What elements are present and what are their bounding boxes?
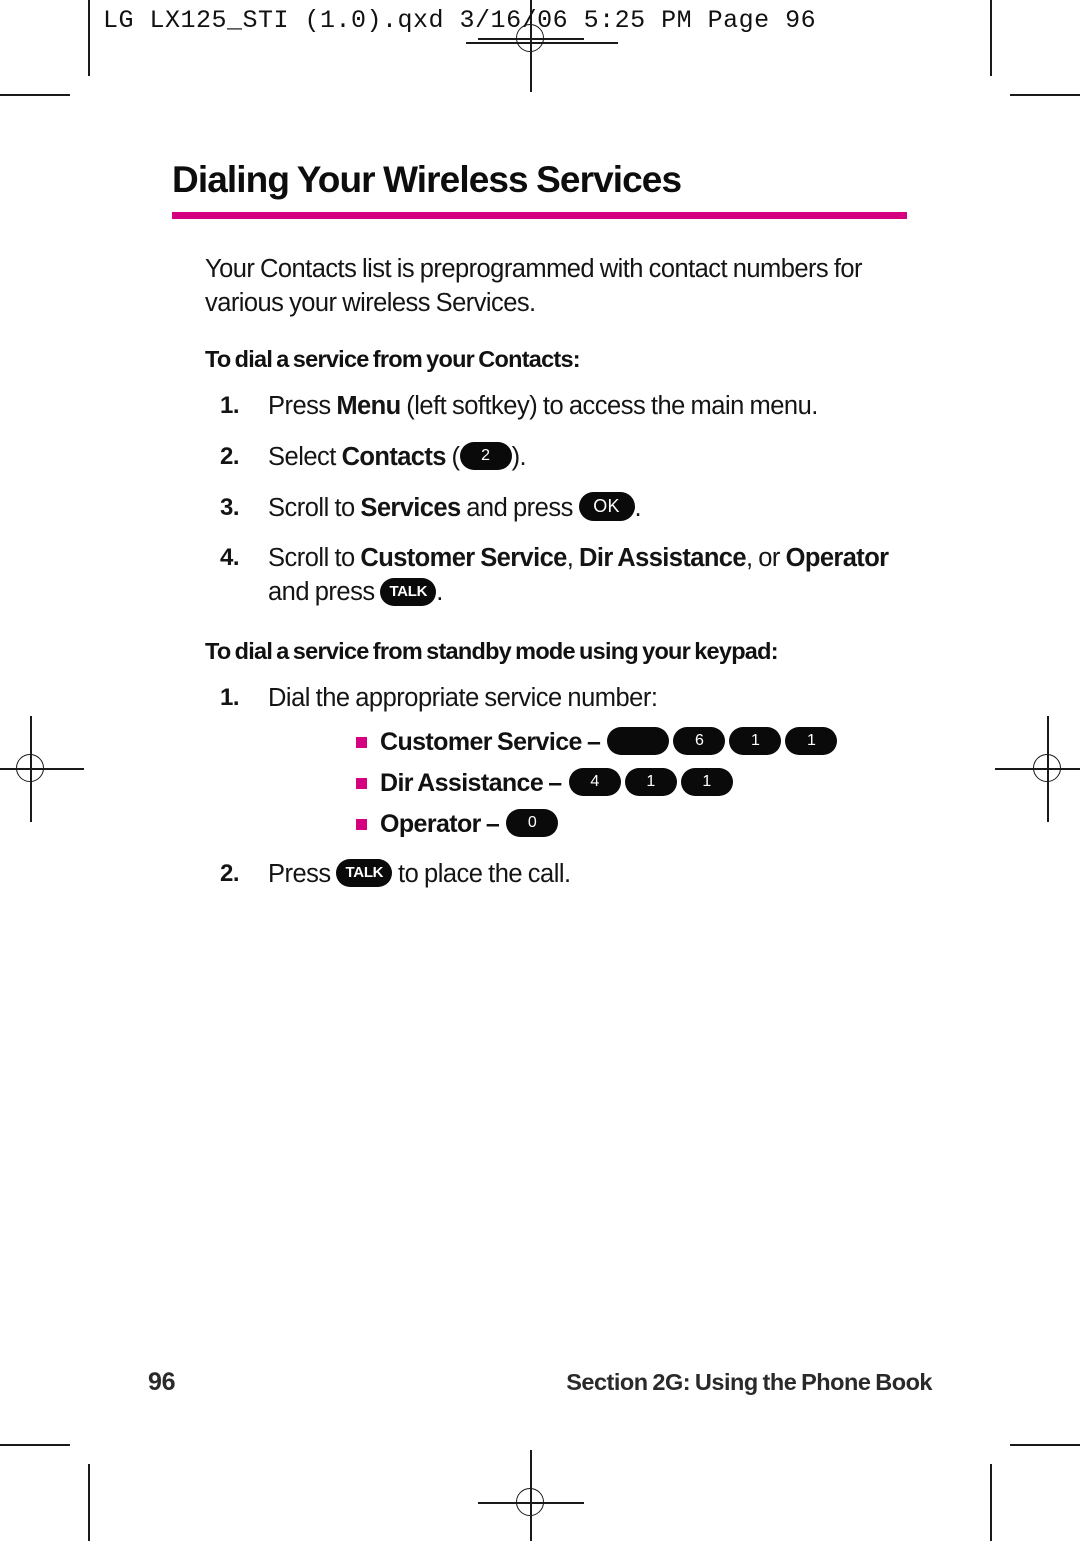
page-footer: 96 Section 2G: Using the Phone Book	[148, 1368, 932, 1397]
step-number: 2.	[220, 860, 240, 888]
step-number: 1.	[220, 391, 240, 419]
phone-key-talk: TALK	[380, 577, 437, 606]
steps-list-standby: 1. Dial the appropriate service number: Cu…	[172, 682, 912, 892]
step-body: Scroll to Services and press OK.	[268, 492, 642, 522]
title-accent-rule	[172, 211, 907, 219]
crop-mark-top-left-vertical	[88, 0, 90, 76]
service-number-item: Customer Service – 611	[268, 726, 912, 759]
crop-mark-bottom-left-horizontal	[0, 1444, 70, 1446]
step-text: , or	[745, 544, 786, 573]
registration-mark-bottom	[478, 1450, 584, 1541]
subheading-contacts: To dial a service from your Contacts:	[205, 345, 581, 372]
step-text: .	[634, 493, 642, 522]
service-number-list: Customer Service – 6 1 1 Dir Assistance – 4…	[268, 726, 912, 841]
phone-key-talk: TALK	[336, 859, 393, 888]
step-body: Press TALK to place the call.	[268, 859, 571, 889]
intro-paragraph: Your Contacts list is preprogrammed with…	[205, 254, 863, 318]
phone-key-6: 6	[673, 726, 726, 755]
step-text: (	[445, 442, 461, 471]
printer-header-underline	[466, 42, 618, 44]
step-text: Select	[268, 442, 342, 471]
phone-key-ok: OK	[578, 492, 635, 522]
step-text: and press	[268, 578, 381, 607]
content-column: Dialing Your Wireless Services Your Cont…	[172, 160, 912, 892]
bullet-square-icon	[356, 819, 367, 831]
step-body: Press Menu (left softkey) to access the …	[268, 392, 818, 420]
crop-mark-bottom-left-vertical	[88, 1464, 90, 1541]
service-number-item: Operator – 0	[268, 808, 912, 841]
bullet-square-icon	[356, 778, 367, 790]
phone-key-1: 1	[785, 726, 838, 755]
crop-mark-top-right-vertical	[990, 0, 992, 76]
step-item: 1. Dial the appropriate service number: Cu…	[172, 682, 912, 841]
service-number-item: Dir Assistance – 411	[268, 767, 912, 800]
step-item: 2. Press TALK to place the call.	[172, 858, 912, 892]
registration-mark-right	[995, 716, 1080, 822]
step-text: ).	[511, 442, 527, 471]
footer-section-label: Section 2G: Using the Phone Book	[566, 1369, 932, 1395]
step-number: 4.	[220, 544, 240, 572]
step-emphasis: Customer Service	[360, 544, 567, 573]
bullet-square-icon	[356, 737, 367, 749]
step-body: Scroll to Customer Service, Dir Assistan…	[268, 544, 889, 606]
step-item: 3. Scroll to Services and press OK.	[172, 492, 912, 526]
step-item: 1. Press Menu (left softkey) to access th…	[172, 390, 912, 424]
page-title: Dialing Your Wireless Services	[172, 159, 682, 200]
step-text: .	[436, 578, 443, 607]
crop-mark-bottom-right-vertical	[990, 1464, 992, 1541]
phone-key-4: 4	[568, 767, 621, 796]
crop-mark-bottom-right-horizontal	[1010, 1444, 1080, 1446]
printer-header-text: LG LX125_STI (1.0).qxd 3/16/06 5:25 PM P…	[103, 6, 817, 35]
step-item: 4. Scroll to Customer Service, Dir Assist…	[172, 542, 912, 610]
phone-key-1: 1	[729, 726, 782, 755]
service-label: Operator –	[380, 810, 505, 839]
steps-list-contacts: 1. Press Menu (left softkey) to access th…	[172, 390, 912, 611]
step-emphasis: Operator	[785, 544, 889, 573]
step-number: 2.	[220, 442, 240, 470]
step-number: 3.	[220, 493, 240, 521]
step-text: ,	[566, 544, 580, 573]
step-body: Select Contacts (2).	[268, 441, 527, 471]
phone-key-blank	[607, 726, 670, 755]
phone-key-1: 1	[624, 767, 677, 796]
step-text: Scroll to	[268, 493, 361, 522]
service-label: Dir Assistance –	[380, 769, 567, 798]
phone-key-1: 1	[680, 767, 733, 796]
step-text: and press	[460, 493, 579, 522]
subheading-standby: To dial a service from standby mode usin…	[205, 638, 779, 665]
phone-key-2: 2	[459, 441, 512, 470]
step-text: Scroll to	[268, 544, 361, 573]
step-text: Dial the appropriate service number:	[268, 684, 658, 713]
registration-mark-left	[0, 716, 84, 822]
step-emphasis: Dir Assistance	[579, 544, 747, 573]
crop-mark-top-right-horizontal	[1010, 94, 1080, 96]
step-text: Press	[268, 860, 337, 889]
step-text: to place the call.	[392, 860, 571, 889]
step-text: (left softkey) to access the main menu.	[400, 391, 818, 420]
step-text: Press	[268, 391, 337, 420]
step-item: 2. Select Contacts (2).	[172, 441, 912, 475]
footer-page-number: 96	[148, 1368, 176, 1396]
step-emphasis: Menu	[336, 391, 401, 420]
crop-mark-top-left-horizontal	[0, 94, 70, 96]
step-emphasis: Services	[360, 493, 461, 522]
service-label: Customer Service –	[380, 728, 606, 757]
step-emphasis: Contacts	[341, 442, 447, 471]
step-body: Dial the appropriate service number:	[268, 684, 658, 713]
manual-page: LG LX125_STI (1.0).qxd 3/16/06 5:25 PM P…	[0, 0, 1080, 1541]
phone-key-0: 0	[506, 808, 559, 837]
step-number: 1.	[220, 684, 240, 712]
